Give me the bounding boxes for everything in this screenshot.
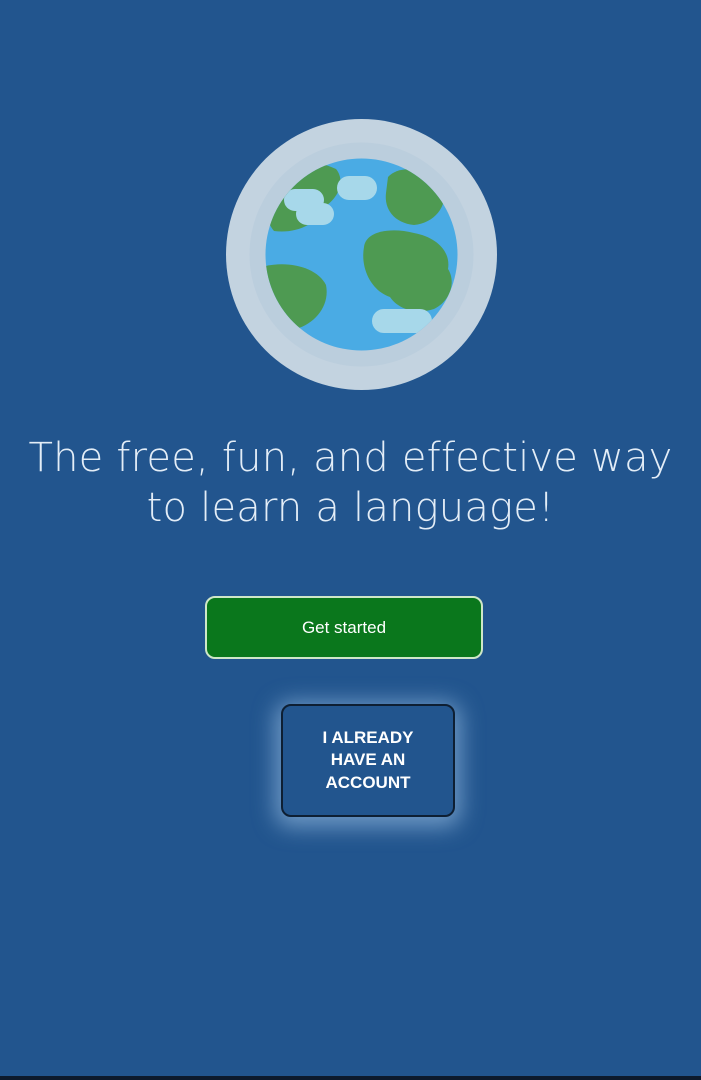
- bottom-edge-bar: [0, 1076, 701, 1080]
- earth-globe-icon: [226, 119, 497, 390]
- tagline-heading: The free, fun, and effective way to lear…: [28, 435, 673, 531]
- welcome-screen: The free, fun, and effective way to lear…: [0, 0, 701, 1080]
- already-have-account-button[interactable]: I ALREADY HAVE AN ACCOUNT: [281, 704, 455, 817]
- get-started-button[interactable]: Get started: [205, 596, 483, 659]
